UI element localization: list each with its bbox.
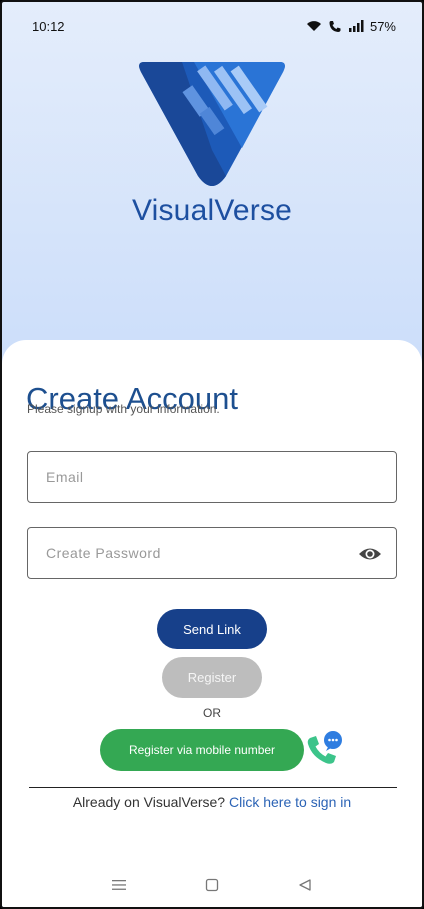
visualverse-logo-icon <box>139 62 285 186</box>
signal-icon <box>348 20 364 32</box>
phone-chat-icon[interactable] <box>306 730 344 766</box>
menu-icon[interactable] <box>108 874 130 896</box>
app-screen: 10:12 57% VisualVerse Create Account Ple… <box>0 0 424 909</box>
signup-card: Create Account Please signup with your i… <box>2 340 422 907</box>
send-link-button[interactable]: Send Link <box>157 609 267 649</box>
password-field[interactable] <box>28 545 396 561</box>
divider <box>29 787 397 788</box>
status-time: 10:12 <box>32 18 65 34</box>
register-mobile-button[interactable]: Register via mobile number <box>100 729 304 771</box>
page-subtitle: Please signup with your information. <box>27 402 220 416</box>
back-icon[interactable] <box>294 874 316 896</box>
call-icon <box>329 20 341 32</box>
home-icon[interactable] <box>201 874 223 896</box>
wifi-icon <box>306 21 321 31</box>
battery-level: 57% <box>369 18 396 34</box>
email-field-container <box>27 451 397 503</box>
or-separator: OR <box>203 706 221 720</box>
status-icons: 57% <box>306 19 396 34</box>
brand-name: VisualVerse <box>131 194 293 227</box>
logo-container <box>2 50 422 190</box>
signin-text: Already on VisualVerse? <box>72 794 226 810</box>
email-field[interactable] <box>28 469 396 485</box>
system-navbar <box>2 873 422 897</box>
eye-icon[interactable] <box>358 543 382 565</box>
signin-prompt: Already on VisualVerse? Click here to si… <box>2 794 422 810</box>
password-field-container <box>27 527 397 579</box>
register-button[interactable]: Register <box>162 657 262 698</box>
status-bar: 10:12 57% <box>2 2 422 50</box>
signin-link[interactable]: Click here to sign in <box>229 794 351 810</box>
